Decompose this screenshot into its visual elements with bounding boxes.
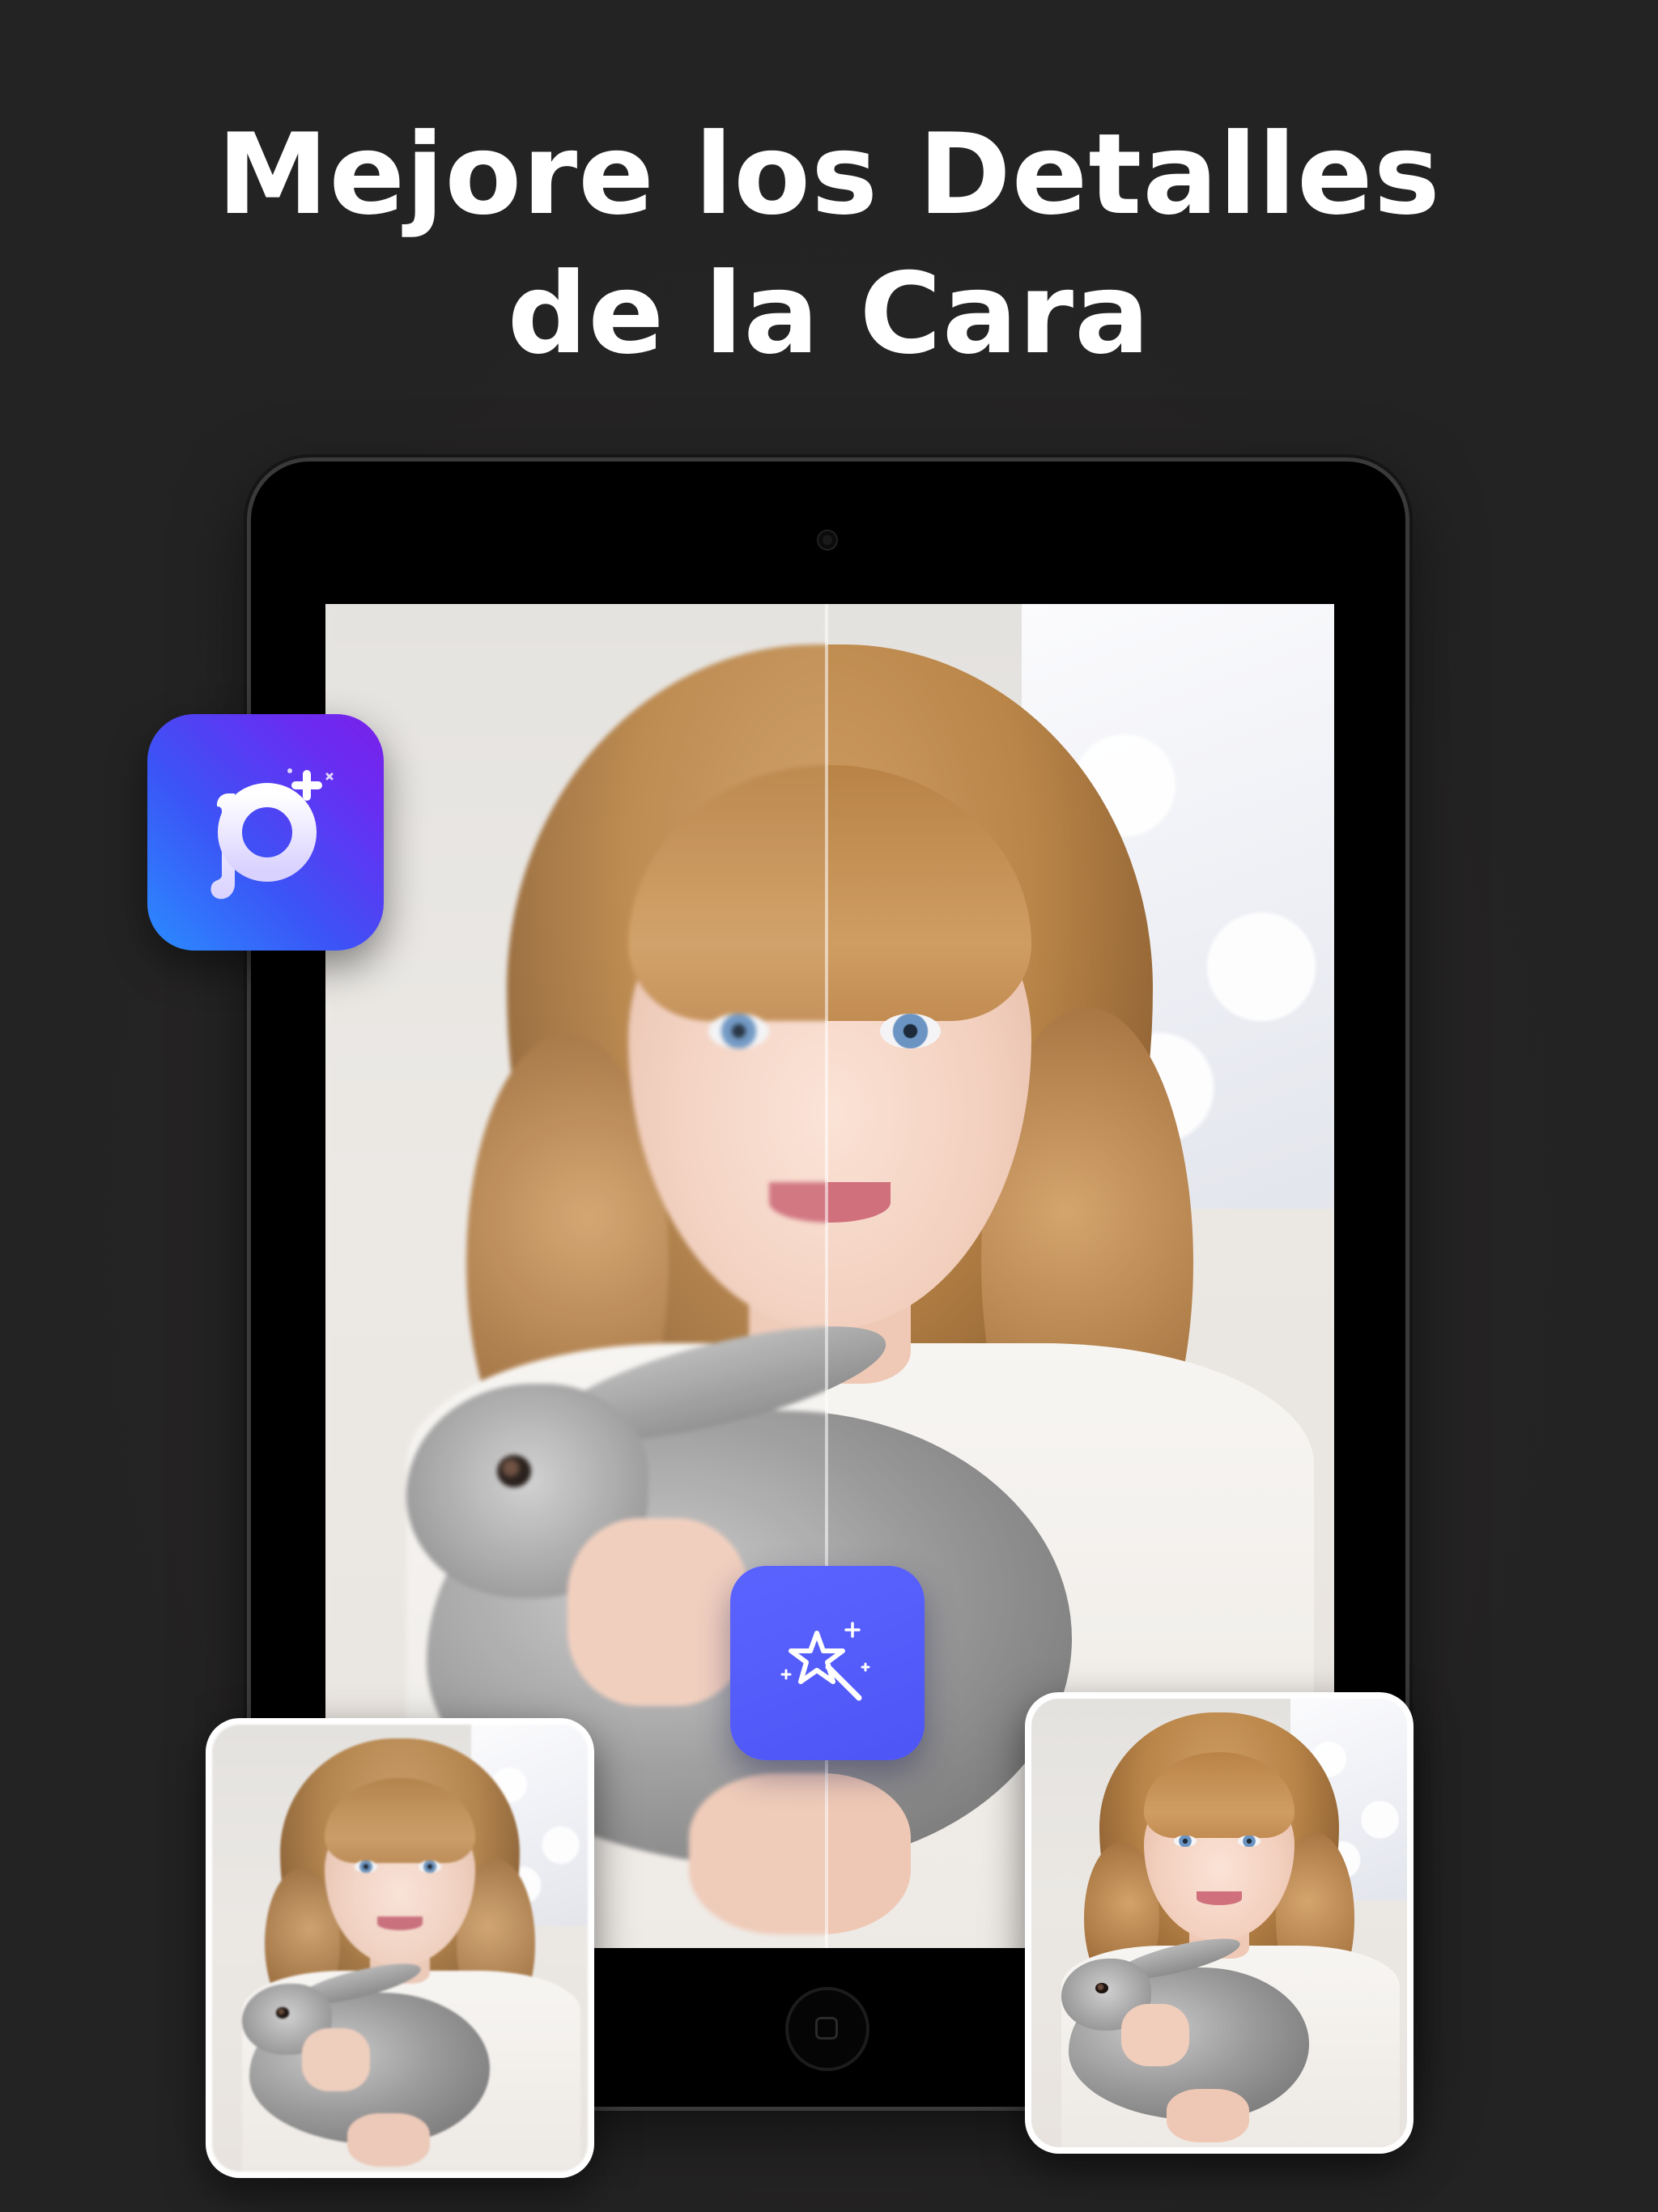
headline-line-1: Mejore los Detalles: [217, 109, 1441, 240]
after-thumbnail-photo: [1031, 1699, 1407, 2147]
before-thumbnail[interactable]: [206, 1718, 594, 2178]
before-thumbnail-photo: [212, 1725, 588, 2172]
app-logo-glyph: [210, 768, 334, 900]
magic-wand-star-icon: [780, 1622, 870, 1701]
tablet-camera: [818, 531, 836, 549]
app-logo-icon: [147, 714, 384, 951]
headline: Mejore los Detalles de la Cara: [0, 105, 1658, 384]
after-thumbnail[interactable]: [1025, 1692, 1414, 2154]
tablet-home-button: [789, 1990, 866, 2068]
headline-line-2: de la Cara: [507, 249, 1151, 379]
enhance-button[interactable]: [730, 1566, 925, 1760]
